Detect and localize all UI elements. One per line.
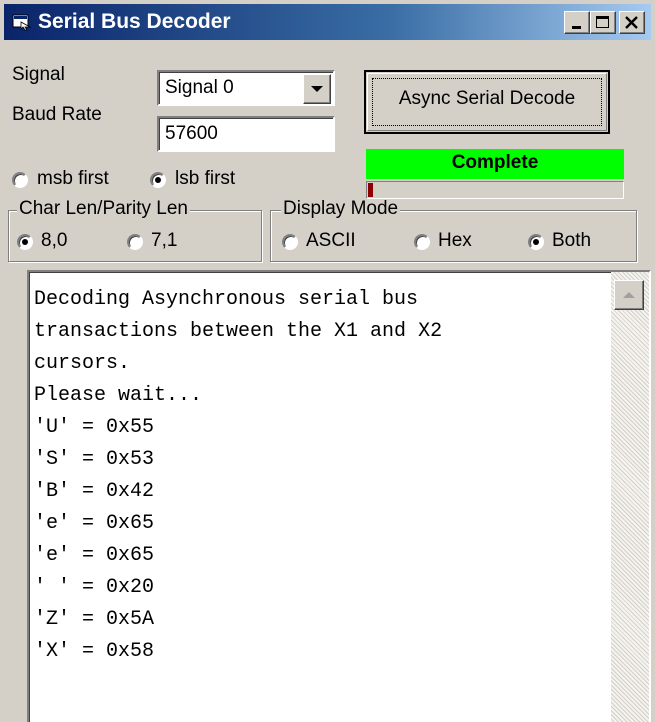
output-line: transactions between the X1 and X2 [34,320,443,343]
display-mode-caption: Display Mode [281,198,401,219]
signal-selected-value: Signal 0 [165,77,234,98]
window-title: Serial Bus Decoder [38,10,231,33]
close-button[interactable] [619,11,645,34]
output-line: 'Z' = 0x5A [34,608,155,631]
output-line: cursors. [34,352,131,375]
scroll-up-arrow-icon [623,292,635,298]
close-icon [625,16,638,29]
char-len-8-0-label: 8,0 [41,230,68,251]
output-line: 'X' = 0x58 [34,640,155,663]
output-line: 'e' = 0x65 [34,544,155,567]
baud-rate-input[interactable]: 57600 [157,116,335,152]
msb-first-radio[interactable] [12,172,28,188]
progress-bar [366,181,624,199]
maximize-button[interactable] [590,11,616,34]
msb-first-label: msb first [37,168,109,189]
progress-fill [368,183,373,197]
char-len-7-1-label: 7,1 [151,230,178,251]
char-len-caption: Char Len/Parity Len [17,198,190,219]
output-line: Decoding Asynchronous serial bus [34,288,419,311]
app-icon [12,14,32,31]
baud-rate-value: 57600 [165,123,218,144]
decode-output-textarea[interactable]: Decoding Asynchronous serial bus transact… [27,270,651,722]
maximize-icon [596,16,609,28]
status-label: Complete [366,149,624,179]
baud-rate-label: Baud Rate [12,104,102,125]
display-ascii-label: ASCII [306,230,356,251]
async-serial-decode-label: Async Serial Decode [398,88,576,109]
dropdown-button[interactable] [303,74,331,104]
signal-label: Signal [12,64,65,85]
scroll-up-button[interactable] [614,280,644,310]
output-line: 'B' = 0x42 [34,480,155,503]
decode-output-lines: Decoding Asynchronous serial bus transact… [34,284,442,668]
output-line: 'e' = 0x65 [34,512,155,535]
signal-dropdown[interactable]: Signal 0 [157,70,335,106]
title-bar[interactable]: Serial Bus Decoder [4,4,651,40]
char-len-8-0-radio[interactable] [17,234,33,250]
output-line: Please wait... [34,384,203,407]
output-line: ' ' = 0x20 [34,576,155,599]
display-hex-label: Hex [438,230,472,251]
dropdown-arrow-icon [311,86,323,92]
async-serial-decode-button[interactable]: Async Serial Decode [364,70,610,134]
serial-bus-decoder-window: Serial Bus Decoder Signal Signal 0 Baud … [0,0,655,722]
output-line: 'U' = 0x55 [34,416,155,439]
output-line: 'S' = 0x53 [34,448,155,471]
lsb-first-label: lsb first [175,168,236,189]
char-len-7-1-radio[interactable] [127,234,143,250]
display-both-radio[interactable] [528,234,544,250]
display-both-label: Both [552,230,592,251]
lsb-first-radio[interactable] [150,172,166,188]
display-ascii-radio[interactable] [282,234,298,250]
minimize-button[interactable] [564,11,590,34]
display-hex-radio[interactable] [414,234,430,250]
vertical-scrollbar[interactable] [611,272,649,722]
minimize-icon [572,26,581,29]
